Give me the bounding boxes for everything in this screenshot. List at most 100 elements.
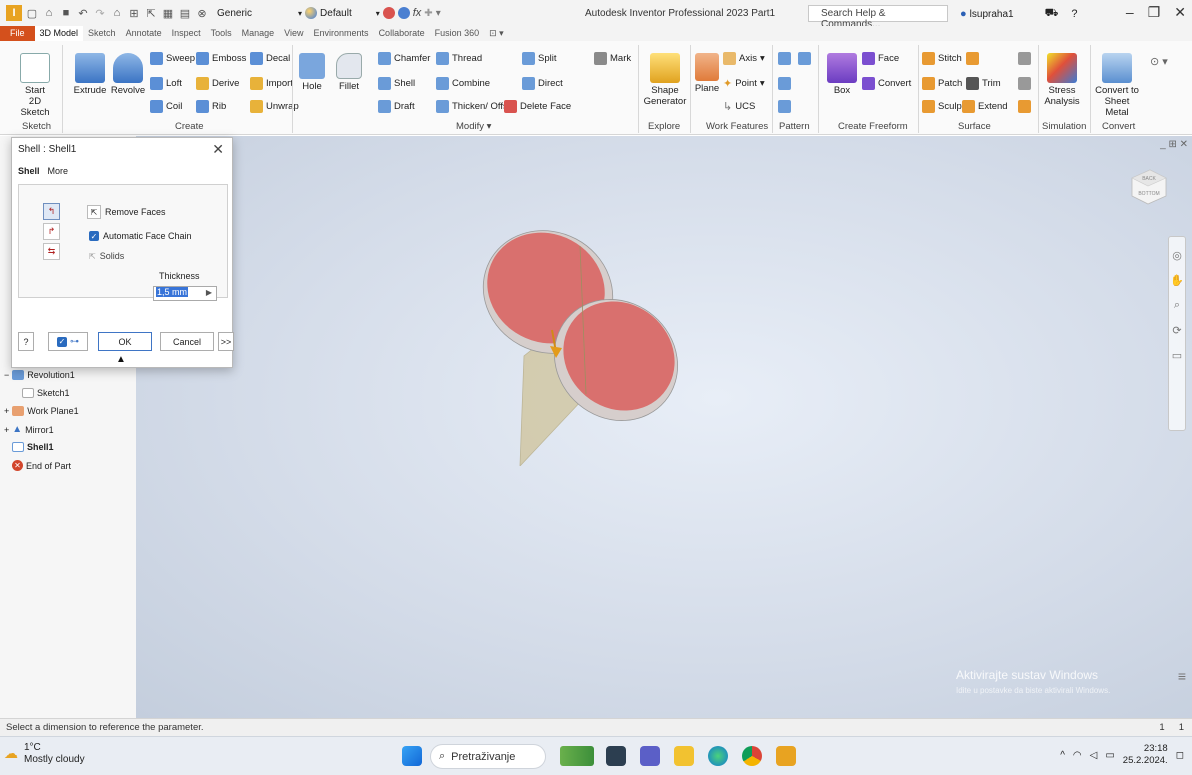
teams-icon[interactable] — [640, 746, 660, 766]
widgets-app-icon[interactable] — [560, 746, 594, 766]
tab-fusion-360[interactable]: Fusion 360 — [430, 26, 485, 41]
extrude-button[interactable]: Extrude — [72, 53, 108, 96]
weather-widget[interactable]: 1°C Mostly cloudy — [24, 742, 85, 766]
stress-analysis-button[interactable]: Stress Analysis — [1040, 53, 1084, 107]
fillet-button[interactable]: Fillet — [332, 53, 366, 92]
tab-view[interactable]: View — [279, 26, 308, 41]
orbit-icon[interactable]: ⟳ — [1172, 324, 1181, 337]
new-file-icon[interactable]: ▢ — [25, 6, 39, 20]
taskbar-search[interactable]: ⌕ Pretraživanje — [430, 744, 546, 769]
stitch-button[interactable]: Stitch — [922, 52, 962, 65]
notifications-icon[interactable]: ◻ — [1176, 750, 1184, 761]
solids-button[interactable]: ⇱ Solids — [89, 251, 124, 261]
panel-label-modify[interactable]: Modify ▾ — [456, 121, 491, 132]
appearance-icon[interactable]: ⊗ — [195, 6, 209, 20]
cancel-button[interactable]: Cancel — [160, 332, 214, 351]
file-explorer-icon[interactable] — [674, 746, 694, 766]
decal-button[interactable]: Decal — [250, 52, 290, 65]
rib-button[interactable]: Rib — [196, 100, 226, 113]
appearance-combo[interactable]: Generic — [217, 8, 252, 19]
tab-inspect[interactable]: Inspect — [167, 26, 206, 41]
combine-button[interactable]: Combine — [436, 77, 490, 90]
plane-button[interactable]: Plane — [692, 53, 722, 94]
clock[interactable]: 23:18 25.2.2024. — [1123, 743, 1168, 767]
draft-button[interactable]: Draft — [378, 100, 415, 113]
derive-button[interactable]: Derive — [196, 77, 239, 90]
expand-arrow-icon[interactable]: ▶ — [206, 288, 212, 297]
ribbon-expand-icon[interactable]: ⊙ ▾ — [1150, 55, 1168, 68]
ruled-surface-button[interactable] — [966, 52, 979, 65]
plus-icon[interactable]: ✚ — [424, 8, 432, 19]
parameters-icon[interactable]: ▤ — [178, 6, 192, 20]
tab-shell[interactable]: Shell — [18, 166, 40, 176]
circular-pattern-button[interactable] — [778, 77, 791, 90]
fx-icon[interactable]: fx — [413, 7, 422, 19]
look-at-icon[interactable]: ▭ — [1172, 349, 1182, 362]
tab-sketch[interactable]: Sketch — [83, 26, 121, 41]
zoom-icon[interactable]: ⌕ — [1174, 299, 1180, 312]
close-icon[interactable]: ✕ — [1174, 4, 1186, 21]
direct-button[interactable]: Direct — [522, 77, 563, 90]
browser-node-mirror1[interactable]: + ▲ Mirror1 — [4, 424, 54, 435]
browser-node-work-plane1[interactable]: + Work Plane1 — [4, 406, 79, 416]
viewcube[interactable]: BACK BOTTOM — [1126, 164, 1170, 208]
help-search-input[interactable]: Search Help & Commands... — [808, 5, 948, 30]
clear-appearance-icon[interactable] — [397, 7, 410, 19]
user-account[interactable]: ● lsupraha1 ⛟ ? — [960, 7, 1078, 21]
adjust-appearance-icon[interactable] — [382, 7, 395, 19]
select-icon[interactable]: ⇱ — [144, 6, 158, 20]
minimize-icon[interactable]: – — [1126, 4, 1134, 21]
ok-button[interactable]: OK — [98, 332, 152, 351]
sketch-pattern-button[interactable] — [778, 100, 791, 113]
freeform-convert-button[interactable]: Convert — [862, 77, 911, 90]
tab-annotate[interactable]: Annotate — [121, 26, 167, 41]
import-button[interactable]: Import — [250, 77, 293, 90]
inside-direction-icon[interactable]: ↰ — [43, 203, 60, 220]
automatic-face-chain-checkbox[interactable]: ✓ Automatic Face Chain — [89, 231, 192, 241]
restore-icon[interactable]: ❐ — [1148, 4, 1161, 21]
revolve-button[interactable]: Revolve — [108, 53, 148, 96]
axis-button[interactable]: Axis ▾ — [723, 52, 765, 65]
more-options-button[interactable]: >> — [218, 332, 234, 351]
hole-button[interactable]: Hole — [296, 53, 328, 92]
shape-generator-button[interactable]: Shape Generator — [642, 53, 688, 107]
customize-icon[interactable]: ▾ — [436, 8, 441, 19]
tab-more[interactable]: More — [48, 166, 69, 176]
browser-node-revolution1[interactable]: − Revolution1 — [4, 370, 75, 380]
task-view-icon[interactable] — [606, 746, 626, 766]
update-icon[interactable]: ⊞ — [127, 6, 141, 20]
mark-button[interactable]: Mark — [594, 52, 631, 65]
cart-icon[interactable]: ⛟ — [1045, 7, 1059, 21]
extend-button[interactable]: Extend — [962, 100, 1008, 113]
tray-expand-icon[interactable]: ^ — [1060, 750, 1065, 761]
tab-3d-model[interactable]: 3D Model — [34, 26, 84, 41]
thread-button[interactable]: Thread — [436, 52, 482, 65]
delete-face-button[interactable]: Delete Face — [504, 100, 571, 113]
preview-toggle[interactable]: ✓ ⊶ — [48, 332, 88, 351]
edge-browser-icon[interactable] — [708, 746, 728, 766]
loft-button[interactable]: Loft — [150, 77, 182, 90]
windows-start-icon[interactable] — [402, 746, 422, 766]
ucs-button[interactable]: ↳ UCS — [723, 100, 755, 113]
emboss-button[interactable]: Emboss — [196, 52, 246, 65]
coil-button[interactable]: Coil — [150, 100, 182, 113]
wifi-icon[interactable]: ◠ — [1073, 750, 1082, 761]
redo-icon[interactable]: ↷ — [93, 6, 107, 20]
tab-tools[interactable]: Tools — [206, 26, 237, 41]
measure-icon[interactable]: ▦ — [161, 6, 175, 20]
tab-collaborate[interactable]: Collaborate — [374, 26, 430, 41]
shell-button[interactable]: Shell — [378, 77, 415, 90]
volume-icon[interactable]: ◁ — [1090, 750, 1098, 761]
inventor-app-icon[interactable] — [776, 746, 796, 766]
hamburger-menu-icon[interactable]: ≡ — [1178, 668, 1186, 684]
remove-faces-button[interactable]: ⇱ Remove Faces — [87, 205, 166, 219]
chrome-browser-icon[interactable] — [742, 746, 762, 766]
shell-model-preview[interactable] — [476, 226, 696, 466]
browser-node-end-of-part[interactable]: ✕ End of Part — [12, 460, 71, 471]
appearance-tools[interactable]: ▾ fx ✚ ▾ — [376, 7, 441, 19]
sculpt-button[interactable]: Sculpt — [922, 100, 964, 113]
battery-icon[interactable]: ▭ — [1105, 750, 1114, 761]
help-icon[interactable]: ? — [1071, 8, 1077, 20]
dialog-close-icon[interactable]: ✕ — [212, 141, 224, 158]
browser-node-shell1[interactable]: Shell1 — [12, 442, 54, 452]
